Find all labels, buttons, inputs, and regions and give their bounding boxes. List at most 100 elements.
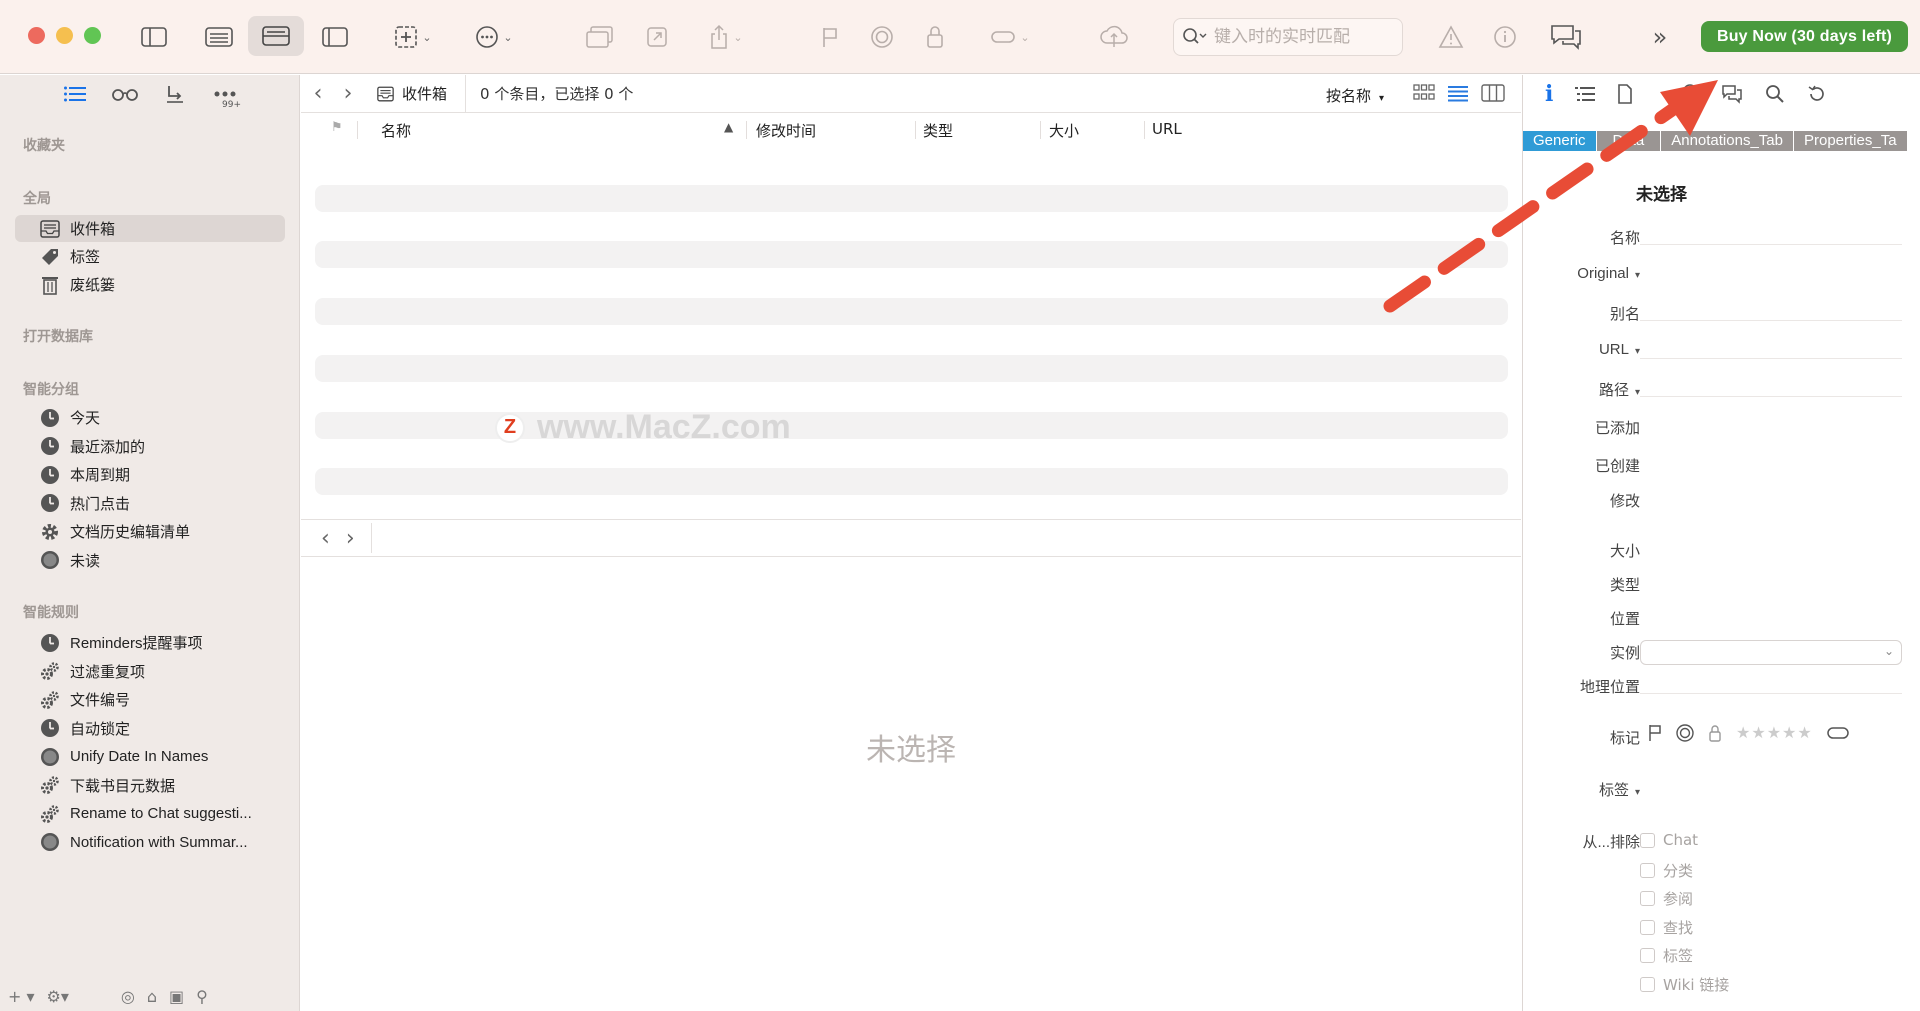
sidebar-item-smart-rule-0[interactable]: Reminders提醒事项 [15,629,285,656]
add-menu-button[interactable]: + ▾ [8,987,35,1006]
warning-button[interactable] [1434,20,1468,54]
sidebar-item-smart-group-5[interactable]: 未读 [15,547,285,574]
toggle-sidebar-button[interactable] [136,20,172,54]
checkbox[interactable] [1640,948,1655,963]
view-list-button[interactable] [199,20,239,54]
rating-stars[interactable]: ★★★★★ [1736,723,1813,742]
sidebar-item-smart-group-1[interactable]: 最近添加的 [15,433,285,460]
outline-tab-icon[interactable] [1575,86,1596,102]
document-tab-icon[interactable] [1617,84,1633,104]
minimize-window-button[interactable] [56,27,73,44]
name-field[interactable] [1640,221,1902,245]
forward-arrow-icon[interactable]: › [346,526,355,551]
pin-icon[interactable]: ⚲ [196,987,208,1006]
column-view-icon[interactable] [1481,83,1505,103]
buy-now-button[interactable]: Buy Now (30 days left) [1701,21,1908,52]
sidebar-item-trash[interactable]: 废纸篓 [15,271,285,298]
open-external-button[interactable] [640,20,674,54]
checkbox[interactable] [1640,862,1655,878]
mark-read-button[interactable] [865,20,899,54]
sidebar-item-smart-rule-7[interactable]: Notification with Summar... [15,829,285,856]
new-item-button[interactable]: ⌄ [385,20,441,54]
sidebar-tab-reading-list[interactable] [110,80,140,108]
flag-icon[interactable] [1648,724,1662,742]
checkbox[interactable] [1640,891,1655,906]
checkbox[interactable] [1640,976,1655,992]
icon-grid-view-icon[interactable] [1413,83,1435,103]
sidebar-item-inbox[interactable]: 收件箱 [15,215,285,242]
exclude-option-0[interactable]: Chat [1640,831,1698,849]
column-size[interactable]: 大小 [1049,120,1079,141]
sidebar-item-smart-rule-5[interactable]: 下载书目元数据 [15,772,285,799]
url-field[interactable] [1640,335,1902,359]
target-circle-icon[interactable]: ◎ [121,987,135,1006]
chat-button[interactable] [1546,18,1586,54]
sidebar-item-smart-group-3[interactable]: 热门点击 [15,490,285,517]
exclude-option-4[interactable]: 标签 [1640,945,1693,966]
exclude-option-2[interactable]: 参阅 [1640,888,1693,909]
zoom-window-button[interactable] [84,27,101,44]
sync-button[interactable] [1096,18,1132,54]
sidebar-tab-activity[interactable]: 99+ [210,80,241,110]
subtab-generic[interactable]: Generic [1523,131,1597,151]
sidebar-item-smart-rule-6[interactable]: Rename to Chat suggesti... [15,800,285,827]
back-arrow-icon[interactable]: ‹ [321,526,330,551]
forward-arrow-icon[interactable]: › [333,81,363,106]
column-type[interactable]: 类型 [923,120,953,141]
lock-button[interactable] [918,20,952,54]
toggle-inspector-button[interactable] [317,20,353,54]
sidebar-item-smart-group-0[interactable]: 今天 [15,404,285,431]
duplicate-button[interactable] [582,20,618,54]
search-input[interactable] [1214,27,1394,47]
label-pill-icon[interactable] [1826,726,1849,739]
search-field[interactable] [1173,18,1403,56]
info-tab-icon[interactable]: i [1545,81,1553,107]
instance-select[interactable]: ⌄ [1640,640,1902,665]
field-label-path[interactable]: 路径 ▾ [1599,379,1640,400]
sidebar-item-smart-rule-4[interactable]: Unify Date In Names [15,743,285,770]
field-label-url[interactable]: URL ▾ [1599,341,1640,358]
label-button[interactable]: ⌄ [980,20,1040,54]
exclude-option-1[interactable]: 分类 [1640,860,1693,881]
lightbulb-tab-icon[interactable] [1681,83,1699,105]
sidebar-tab-navigate[interactable] [60,80,90,108]
field-label-original[interactable]: Original ▾ [1577,265,1640,282]
sidebar-item-smart-rule-2[interactable]: 文件编号 [15,686,285,713]
overflow-menu-button[interactable]: » [1644,20,1676,54]
more-actions-button[interactable]: ⌄ [466,20,522,54]
info-button[interactable] [1488,20,1522,54]
column-name[interactable]: 名称 [381,120,411,141]
search-tab-icon[interactable] [1765,84,1785,104]
history-tab-icon[interactable] [1807,84,1827,104]
view-split-button[interactable] [248,16,304,56]
flag-button[interactable] [814,20,846,54]
sidebar-item-smart-rule-1[interactable]: 过滤重复项 [15,658,285,685]
share-button[interactable]: ⌄ [698,20,754,54]
checkbox[interactable] [1640,832,1655,848]
sidebar-item-smart-rule-3[interactable]: 自动锁定 [15,715,285,742]
column-modified[interactable]: 修改时间 [756,120,816,141]
sidebar-item-smart-group-2[interactable]: 本周到期 [15,461,285,488]
sidebar-item-smart-group-4[interactable]: 文档历史编辑清单 [15,518,285,545]
subtab-data[interactable]: Data [1596,131,1662,151]
list-view-icon[interactable] [1447,83,1469,103]
back-arrow-icon[interactable]: ‹ [303,81,333,106]
column-url[interactable]: URL [1152,120,1182,138]
checkbox[interactable] [1640,919,1655,935]
sort-menu[interactable]: 按名称 ▾ [1326,85,1384,106]
subtab-properties[interactable]: Properties_Ta [1793,131,1908,151]
flag-column-icon[interactable]: ⚑ [331,120,343,135]
geolocation-field[interactable] [1640,670,1902,694]
sidebar-item-tags[interactable]: 标签 [15,243,285,270]
sidebar-tab-import[interactable] [160,80,190,108]
close-window-button[interactable] [28,27,45,44]
path-field[interactable] [1640,373,1902,397]
action-gear-button[interactable]: ⚙▾ [47,987,69,1006]
field-label-tags[interactable]: 标签 ▾ [1599,779,1640,800]
alias-field[interactable] [1640,297,1902,321]
subtab-annotations[interactable]: Annotations_Tab [1661,131,1794,151]
unread-circle-icon[interactable] [1676,723,1694,742]
tag-outline-icon[interactable]: ⌂ [147,987,157,1006]
chat-tab-icon[interactable] [1721,84,1743,104]
exclude-option-5[interactable]: Wiki 链接 [1640,974,1729,995]
